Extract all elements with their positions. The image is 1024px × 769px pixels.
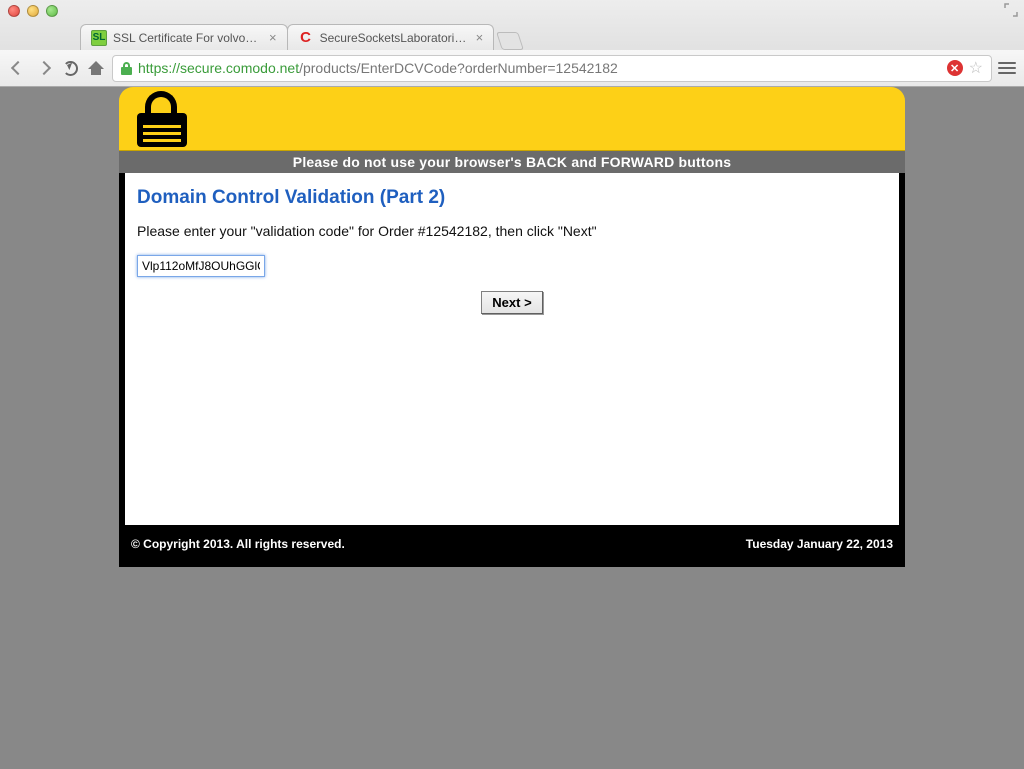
fullscreen-icon[interactable] xyxy=(1004,3,1018,17)
url-scheme-host: https://secure.comodo.net xyxy=(138,60,299,76)
page-viewport: Please do not use your browser's BACK an… xyxy=(0,87,1024,769)
new-tab-button[interactable] xyxy=(496,32,524,50)
content-area: Domain Control Validation (Part 2) Pleas… xyxy=(125,173,899,525)
traffic-lights xyxy=(8,5,58,17)
home-icon xyxy=(88,61,104,75)
footer-date: Tuesday January 22, 2013 xyxy=(746,537,893,551)
address-bar[interactable]: https://secure.comodo.net/products/Enter… xyxy=(112,55,992,82)
window-minimize-button[interactable] xyxy=(27,5,39,17)
forward-button[interactable] xyxy=(34,58,54,78)
omnibox-actions: ✕ ☆ xyxy=(947,58,983,78)
close-tab-icon[interactable]: × xyxy=(269,30,277,45)
back-button[interactable] xyxy=(8,58,28,78)
page-footer: © Copyright 2013. All rights reserved. T… xyxy=(119,525,905,567)
instruction-text: Please enter your "validation code" for … xyxy=(137,223,887,239)
browser-tab[interactable]: SL SSL Certificate For volvox.po… × xyxy=(80,24,288,50)
reload-icon xyxy=(63,61,78,76)
tab-strip: SL SSL Certificate For volvox.po… × C Se… xyxy=(0,22,1024,50)
page-container: Please do not use your browser's BACK an… xyxy=(119,87,905,769)
url-path: /products/EnterDCVCode?orderNumber=12542… xyxy=(299,60,618,76)
browser-chrome: SL SSL Certificate For volvox.po… × C Se… xyxy=(0,0,1024,87)
favicon-sl-icon: SL xyxy=(91,30,107,46)
url-text: https://secure.comodo.net/products/Enter… xyxy=(138,60,618,76)
content-frame: Domain Control Validation (Part 2) Pleas… xyxy=(119,173,905,525)
window-close-button[interactable] xyxy=(8,5,20,17)
home-button[interactable] xyxy=(86,58,106,78)
reload-button[interactable] xyxy=(60,58,80,78)
window-titlebar xyxy=(0,0,1024,22)
tab-title: SSL Certificate For volvox.po… xyxy=(113,31,263,45)
bookmark-star-icon[interactable]: ☆ xyxy=(969,58,983,78)
window-zoom-button[interactable] xyxy=(46,5,58,17)
tab-title: SecureSocketsLaboratories S… xyxy=(320,31,470,45)
padlock-logo-icon xyxy=(137,91,187,147)
warning-bar: Please do not use your browser's BACK an… xyxy=(119,151,905,173)
site-blocked-icon[interactable]: ✕ xyxy=(947,60,963,76)
toolbar: https://secure.comodo.net/products/Enter… xyxy=(0,50,1024,86)
page-header xyxy=(119,87,905,151)
browser-tab[interactable]: C SecureSocketsLaboratories S… × xyxy=(287,24,495,50)
favicon-comodo-icon: C xyxy=(298,30,314,46)
next-button[interactable]: Next > xyxy=(481,291,542,314)
validation-code-input[interactable] xyxy=(137,255,265,277)
footer-copyright: © Copyright 2013. All rights reserved. xyxy=(131,537,345,551)
lock-icon xyxy=(121,62,132,75)
close-tab-icon[interactable]: × xyxy=(476,30,484,45)
menu-button[interactable] xyxy=(998,59,1016,77)
page-heading: Domain Control Validation (Part 2) xyxy=(137,187,887,209)
